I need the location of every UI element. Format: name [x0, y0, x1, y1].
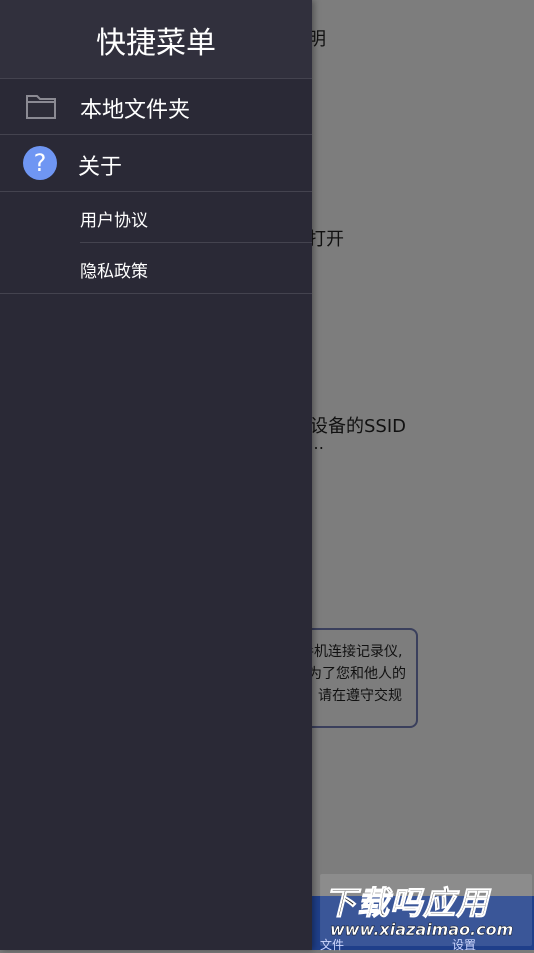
menu-item-local-folder[interactable]: 本地文件夹 [0, 79, 312, 135]
notice-text: 为了您和他人的 [308, 666, 406, 682]
menu-item-privacy-policy[interactable]: 隐私政策 [0, 242, 312, 294]
notice-text: 请在遵守交规 [318, 688, 402, 704]
menu-item-label: 关于 [78, 155, 123, 180]
folder-icon [26, 95, 56, 119]
drawer-header: 快捷菜单 [0, 0, 312, 79]
help-icon: ? [23, 146, 57, 180]
watermark-url: www.xiazaimao.com [330, 920, 514, 939]
drawer-title: 快捷菜单 [96, 26, 216, 61]
watermark-title: 下载吗应用 [323, 884, 490, 923]
notice-text: 手机连接记录仪, [300, 644, 403, 660]
menu-item-about[interactable]: ? 关于 [0, 135, 312, 192]
background-text: 设备的SSID [310, 416, 407, 437]
menu-item-user-agreement[interactable]: 用户协议 [0, 192, 312, 242]
menu-item-label: 本地文件夹 [80, 98, 191, 123]
background-text: 打开 [308, 229, 344, 250]
menu-item-label: 隐私政策 [80, 262, 148, 282]
navigation-drawer: 快捷菜单 本地文件夹 ? 关于 用户协议 隐私政策 [0, 0, 312, 950]
menu-item-label: 用户协议 [80, 211, 148, 231]
